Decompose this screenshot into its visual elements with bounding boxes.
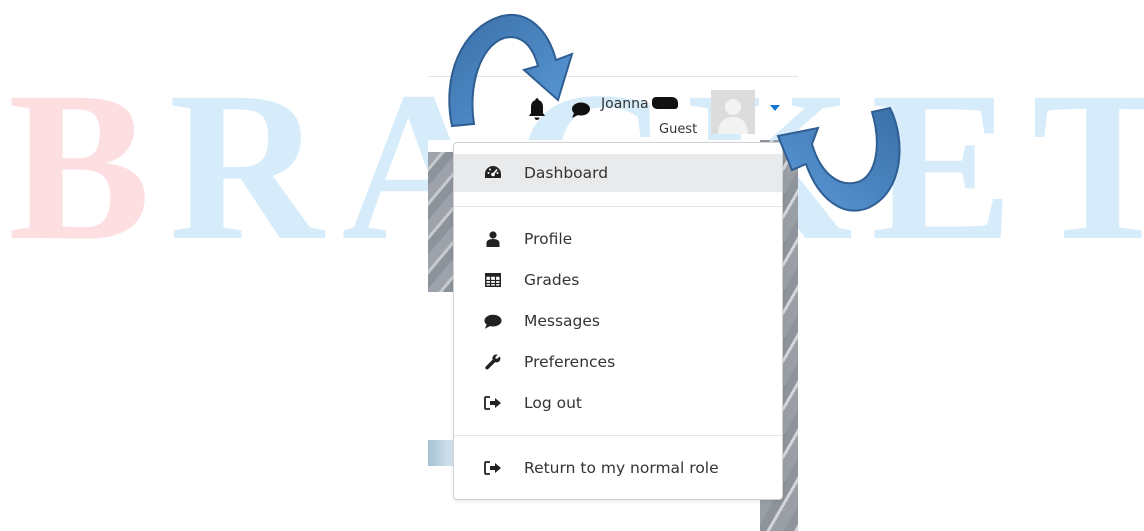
user-menu-dropdown: Dashboard Profile Grades Messages Prefer… [453,142,783,500]
menu-item-dashboard[interactable]: Dashboard [454,154,782,192]
menu-item-log-out[interactable]: Log out [454,384,782,422]
background-image-left-small [428,440,454,466]
user-icon [484,230,502,248]
table-icon [484,271,502,289]
menu-item-profile[interactable]: Profile [454,220,782,258]
sign-out-icon [484,394,502,412]
menu-item-label: Log out [524,394,582,412]
user-name[interactable]: Joanna [601,96,678,112]
avatar-placeholder-icon [711,90,755,134]
sign-out-icon [484,459,502,477]
menu-divider [454,206,782,207]
annotation-arrow-right [776,106,901,212]
background-image-left [428,152,454,292]
comment-icon [484,312,502,330]
wrench-icon [484,353,502,371]
user-role: Guest [659,122,698,137]
watermark-first-letter: B [8,48,169,285]
menu-item-grades[interactable]: Grades [454,261,782,299]
dashboard-icon [484,164,502,182]
menu-item-label: Profile [524,230,573,248]
menu-item-return-to-normal-role[interactable]: Return to my normal role [454,449,782,487]
avatar[interactable] [711,90,755,134]
menu-item-preferences[interactable]: Preferences [454,343,782,381]
menu-item-label: Dashboard [524,164,609,182]
menu-item-label: Messages [524,312,601,330]
menu-item-label: Grades [524,271,580,289]
menu-item-label: Preferences [524,353,616,371]
menu-item-messages[interactable]: Messages [454,302,782,340]
redacted-surname [651,97,678,109]
menu-item-label: Return to my normal role [524,459,719,477]
annotation-arrow-left [448,13,574,128]
menu-divider [454,435,782,436]
